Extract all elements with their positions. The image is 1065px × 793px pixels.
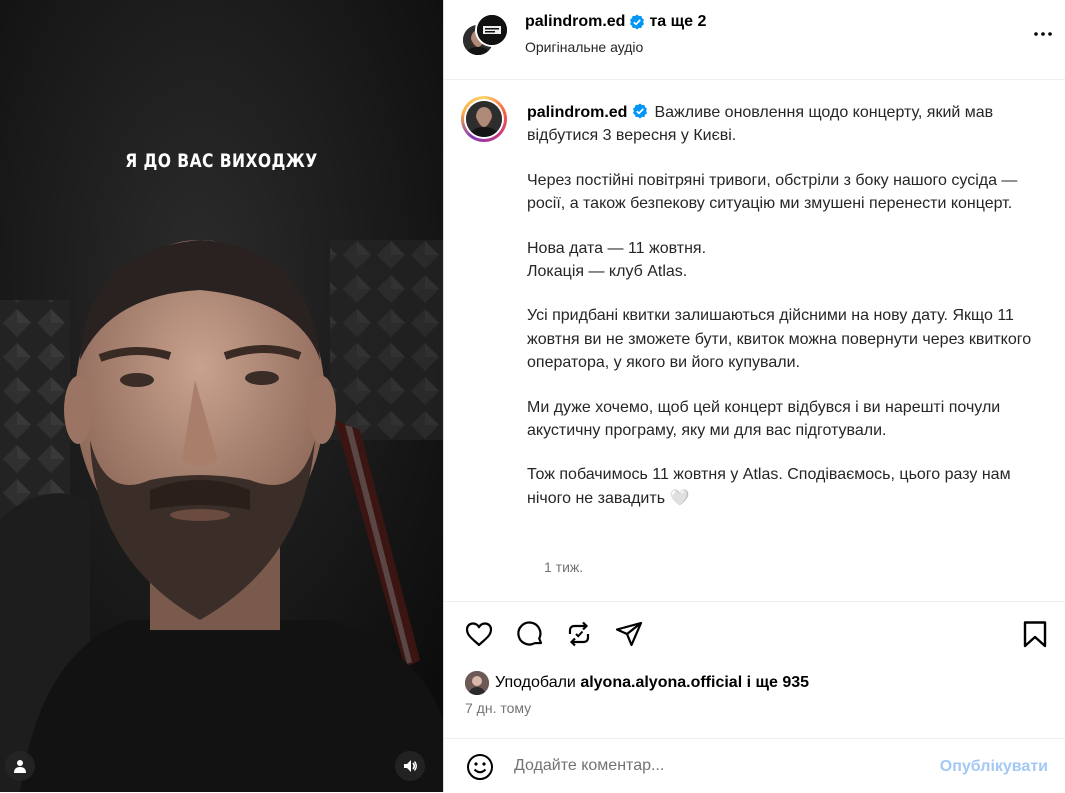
avatar-image bbox=[465, 671, 489, 695]
comment-input[interactable] bbox=[514, 757, 914, 775]
video-frame bbox=[0, 0, 443, 792]
likes-prefix: Уподобали bbox=[495, 674, 576, 691]
post-comment-button[interactable]: Опублікувати bbox=[940, 758, 1048, 776]
comment-bar: Опублікувати bbox=[444, 738, 1065, 793]
likes-summary: Уподобали alyona.alyona.official і ще 93… bbox=[465, 670, 809, 696]
caption-username[interactable]: palindrom.ed bbox=[527, 104, 627, 121]
verified-badge-icon bbox=[633, 103, 648, 119]
audio-link[interactable]: Оригінальне аудіо bbox=[525, 39, 643, 55]
speaker-icon bbox=[404, 760, 417, 772]
caption-paragraph-3: Нова дата — 11 жовтня. Локація — клуб At… bbox=[527, 239, 707, 281]
post-date[interactable]: 7 дн. тому bbox=[465, 700, 531, 716]
share-icon[interactable] bbox=[614, 619, 644, 649]
header-authors: palindrom.ed та ще 2 bbox=[525, 13, 706, 31]
caption-paragraph: palindrom.ed Важливе оновлення щодо конц… bbox=[527, 101, 1047, 148]
coauthors-link[interactable]: та ще 2 bbox=[649, 13, 706, 31]
author-avatar[interactable] bbox=[475, 13, 509, 47]
caption-paragraph-4: Усі придбані квитки залишаються дійсними… bbox=[527, 307, 1032, 372]
caption-paragraph-2: Через постійні повітряні тривоги, обстрі… bbox=[527, 171, 1018, 213]
liker-username[interactable]: alyona.alyona.official bbox=[580, 674, 742, 692]
caption-avatar[interactable] bbox=[461, 96, 507, 142]
avatar-image bbox=[466, 101, 502, 137]
comment-icon[interactable] bbox=[515, 619, 545, 649]
caption-text: palindrom.ed Важливе оновлення щодо конц… bbox=[527, 101, 1047, 531]
header-username[interactable]: palindrom.ed bbox=[525, 13, 625, 31]
liker-avatar[interactable] bbox=[465, 671, 489, 695]
likes-count[interactable]: і ще 935 bbox=[747, 674, 809, 692]
tagged-users-button[interactable] bbox=[5, 751, 35, 781]
caption-paragraph-5: Ми дуже хочемо, щоб цей концерт відбувся… bbox=[527, 398, 1001, 440]
more-options-icon[interactable] bbox=[1031, 22, 1055, 46]
post-actions-bar bbox=[444, 601, 1065, 662]
mute-button[interactable] bbox=[395, 751, 425, 781]
post-header: palindrom.ed та ще 2 Оригінальне аудіо bbox=[444, 0, 1065, 80]
video-caption-overlay: Я ДО ВАС ВИХОДЖУ bbox=[125, 150, 318, 172]
repost-icon[interactable] bbox=[564, 619, 594, 649]
reel-video[interactable]: Я ДО ВАС ВИХОДЖУ bbox=[0, 0, 443, 792]
emoji-icon[interactable] bbox=[465, 752, 495, 782]
user-icon bbox=[14, 760, 26, 773]
caption-timestamp[interactable]: 1 тиж. bbox=[544, 559, 583, 575]
caption-paragraph-6: Тож побачимось 11 жовтня у Atlas. Сподів… bbox=[527, 466, 1011, 507]
verified-badge-icon bbox=[630, 14, 645, 30]
save-bookmark-icon[interactable] bbox=[1020, 619, 1050, 649]
post-details-panel: palindrom.ed та ще 2 Оригінальне аудіо p… bbox=[443, 0, 1065, 792]
avatar-image bbox=[477, 15, 507, 45]
avatar-ring-gap bbox=[464, 99, 504, 139]
like-heart-icon[interactable] bbox=[464, 619, 494, 649]
avatar-photo bbox=[466, 101, 502, 137]
